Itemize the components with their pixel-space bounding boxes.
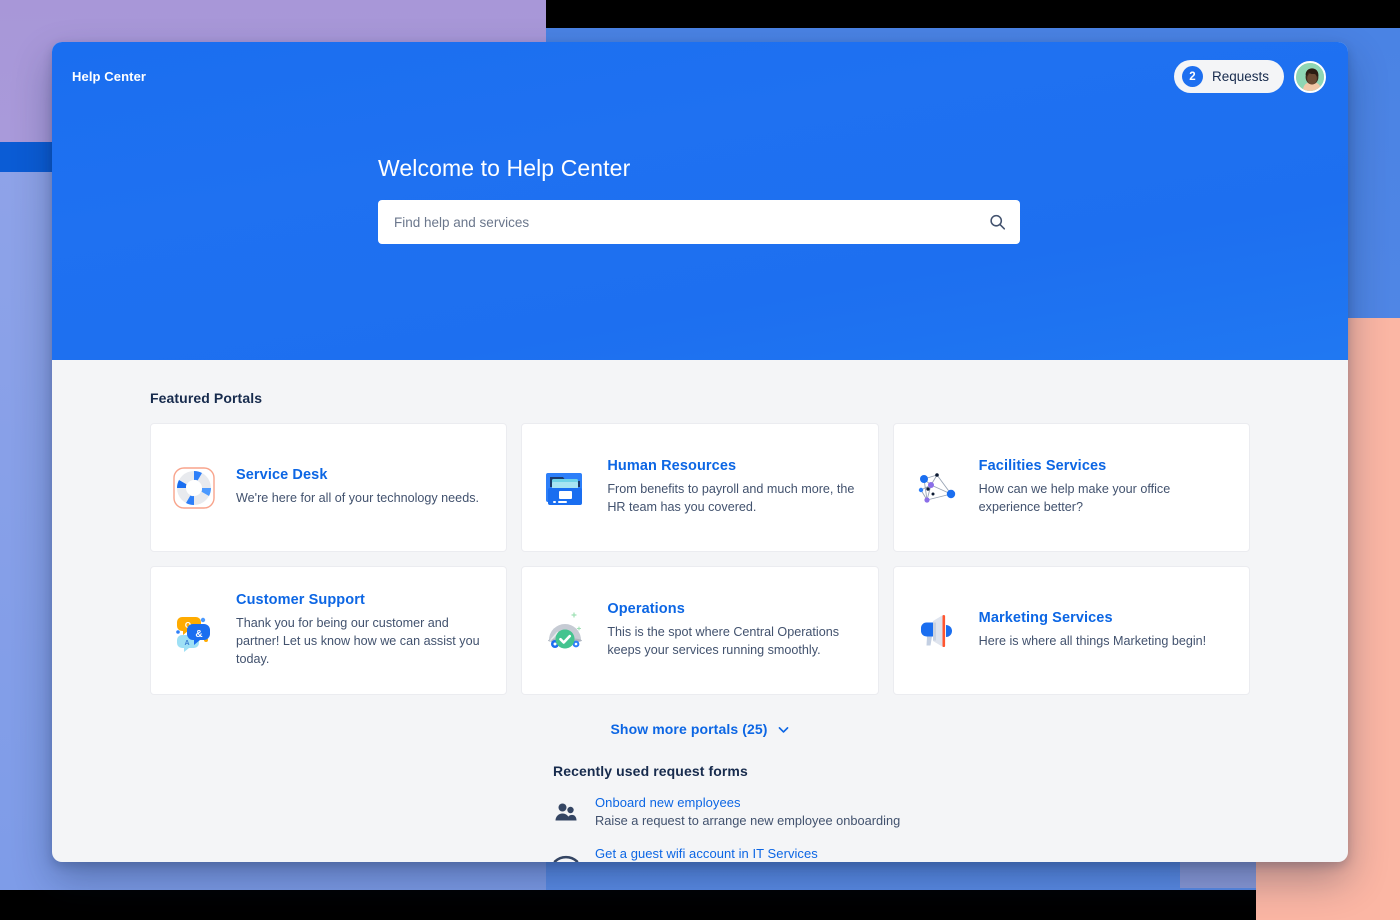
hero-banner: Help Center 2 Requests W <box>52 42 1348 360</box>
speech-bubbles-icon: Q A & <box>170 607 218 655</box>
list-item-text: Onboard new employees Raise a request to… <box>595 795 900 828</box>
list-item[interactable]: Get a guest wifi account in IT Services <box>553 846 1250 862</box>
chevron-down-icon <box>777 723 790 736</box>
portal-title[interactable]: Customer Support <box>236 592 488 608</box>
megaphone-icon <box>913 607 961 655</box>
network-nodes-icon <box>913 464 961 512</box>
featured-portals-heading: Featured Portals <box>150 390 1250 406</box>
avatar[interactable] <box>1294 61 1326 93</box>
brand-title[interactable]: Help Center <box>70 69 146 84</box>
avatar-icon <box>1296 63 1326 93</box>
life-ring-icon <box>170 464 218 512</box>
portal-title[interactable]: Service Desk <box>236 467 479 483</box>
portal-title[interactable]: Operations <box>607 601 859 617</box>
help-center-window: Help Center 2 Requests W <box>52 42 1348 862</box>
show-more-row: Show more portals (25) <box>150 721 1250 737</box>
portal-text: Operations This is the spot where Centra… <box>607 601 859 660</box>
search-box <box>378 200 1020 244</box>
requests-button[interactable]: 2 Requests <box>1174 60 1284 93</box>
list-item[interactable]: Onboard new employees Raise a request to… <box>553 795 1250 828</box>
portal-text: Marketing Services Here is where all thi… <box>979 610 1207 651</box>
main-content: Featured Portals Service Desk <box>52 360 1348 862</box>
topbar-actions: 2 Requests <box>1174 60 1326 93</box>
recent-forms-heading: Recently used request forms <box>553 763 1250 779</box>
search-icon[interactable] <box>989 214 1006 231</box>
portal-card-human-resources[interactable]: Human Resources From benefits to payroll… <box>521 423 878 552</box>
portal-card-facilities-services[interactable]: Facilities Services How can we help make… <box>893 423 1250 552</box>
portal-card-customer-support[interactable]: Q A & Customer Support Thank you for bei… <box>150 566 507 695</box>
page-title: Welcome to Help Center <box>378 155 1348 182</box>
show-more-portals-button[interactable]: Show more portals (25) <box>610 721 789 737</box>
portal-text: Customer Support Thank you for being our… <box>236 592 488 669</box>
portal-title[interactable]: Marketing Services <box>979 610 1207 626</box>
svg-text:A: A <box>184 640 189 647</box>
portal-text: Service Desk We're here for all of your … <box>236 467 479 508</box>
requests-label: Requests <box>1212 69 1269 84</box>
file-cabinet-icon <box>541 464 589 512</box>
portal-description: From benefits to payroll and much more, … <box>607 481 859 517</box>
portal-card-marketing-services[interactable]: Marketing Services Here is where all thi… <box>893 566 1250 695</box>
portal-description: We're here for all of your technology ne… <box>236 490 479 508</box>
top-navigation-bar: Help Center 2 Requests <box>52 42 1348 93</box>
svg-text:&: & <box>195 629 202 640</box>
recent-forms-section: Recently used request forms Onboard new … <box>150 763 1250 862</box>
portal-title[interactable]: Human Resources <box>607 458 859 474</box>
portal-card-service-desk[interactable]: Service Desk We're here for all of your … <box>150 423 507 552</box>
portal-text: Human Resources From benefits to payroll… <box>607 458 859 517</box>
form-link[interactable]: Onboard new employees <box>595 795 900 810</box>
dome-check-icon <box>541 607 589 655</box>
form-description: Raise a request to arrange new employee … <box>595 813 900 828</box>
portal-description: Here is where all things Marketing begin… <box>979 633 1207 651</box>
portal-description: How can we help make your office experie… <box>979 481 1231 517</box>
portal-card-operations[interactable]: Operations This is the spot where Centra… <box>521 566 878 695</box>
show-more-label: Show more portals (25) <box>610 721 767 737</box>
portal-description: Thank you for being our customer and par… <box>236 615 488 669</box>
list-item-text: Get a guest wifi account in IT Services <box>595 846 818 862</box>
portal-description: This is the spot where Central Operation… <box>607 624 859 660</box>
wifi-icon <box>553 851 579 862</box>
featured-portals-grid: Service Desk We're here for all of your … <box>150 423 1250 695</box>
hero-content: Welcome to Help Center <box>52 93 1348 244</box>
requests-count-badge: 2 <box>1182 66 1203 87</box>
portal-title[interactable]: Facilities Services <box>979 458 1231 474</box>
search-input[interactable] <box>378 200 1020 244</box>
form-link[interactable]: Get a guest wifi account in IT Services <box>595 846 818 861</box>
people-icon <box>553 800 579 826</box>
portal-text: Facilities Services How can we help make… <box>979 458 1231 517</box>
